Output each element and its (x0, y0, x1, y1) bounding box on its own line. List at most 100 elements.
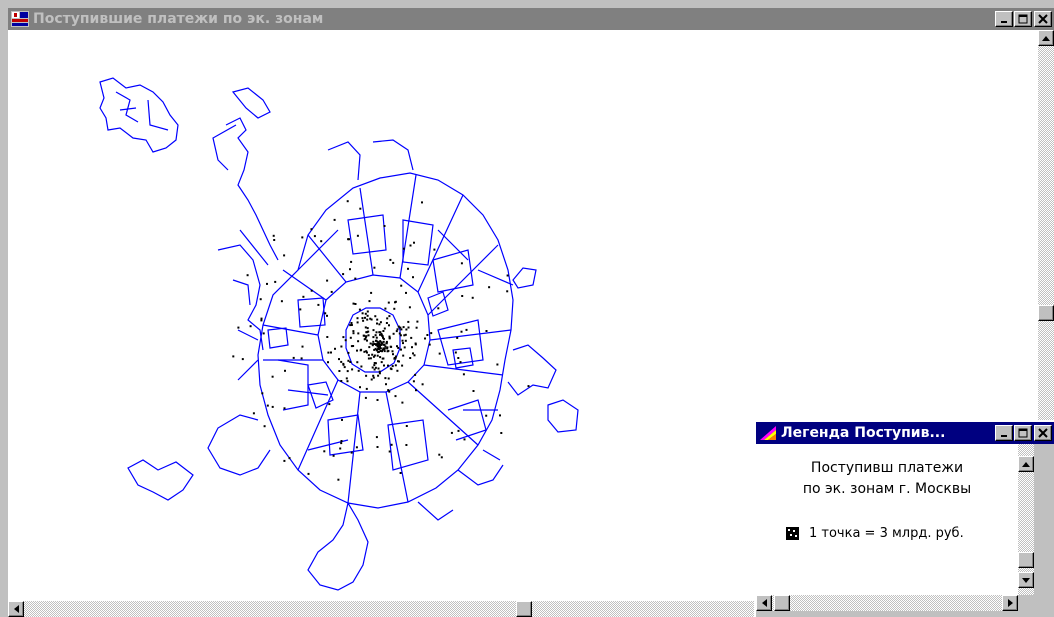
payment-dot (366, 310, 369, 313)
payment-dot (328, 403, 331, 406)
payment-dot (272, 234, 275, 237)
southwest-protrusion (127, 414, 271, 501)
payment-dot (364, 312, 367, 315)
payment-dot (349, 268, 351, 271)
payment-dot (460, 262, 463, 265)
payment-dot (373, 354, 376, 357)
payment-dot (463, 438, 466, 441)
legend-heading-line1: Поступивш платежи (810, 460, 964, 476)
legend-window-title: Легенда Поступив... (781, 425, 946, 441)
payment-dot (273, 239, 276, 241)
payment-dot (424, 337, 426, 340)
payment-dot (394, 300, 397, 303)
payment-dot (412, 380, 415, 383)
payment-dot (456, 336, 459, 339)
payment-dot (373, 266, 376, 269)
legend-scroll-left-button[interactable] (756, 595, 772, 611)
close-icon (1038, 428, 1048, 438)
payment-dot (401, 401, 404, 404)
payment-dot (383, 364, 385, 367)
payment-dot (382, 347, 385, 350)
payment-dot (320, 240, 323, 243)
payment-dot (402, 342, 404, 345)
payment-dot (378, 372, 381, 375)
legend-minimize-button[interactable] (995, 425, 1013, 441)
payment-dot (462, 373, 465, 376)
payment-dot (323, 450, 326, 453)
vertical-scroll-thumb[interactable] (1038, 305, 1054, 321)
payment-dot (394, 364, 397, 367)
payment-dot (426, 334, 429, 336)
payment-dot (388, 450, 391, 453)
legend-horizontal-scrollbar[interactable] (756, 595, 1018, 611)
payment-dot (383, 327, 386, 330)
payment-dot (246, 274, 249, 277)
payment-dot (356, 234, 359, 237)
horizontal-scroll-thumb[interactable] (516, 601, 532, 617)
payment-dot (412, 352, 414, 355)
payment-dot (359, 386, 361, 389)
payment-dot (284, 369, 286, 372)
legend-scroll-down-button[interactable] (1018, 572, 1034, 588)
scroll-up-button[interactable] (1038, 30, 1054, 46)
payment-dot (366, 331, 369, 334)
legend-scroll-right-button[interactable] (1002, 595, 1018, 611)
payment-dot (378, 344, 381, 347)
payment-dot (454, 351, 457, 354)
payment-dot (349, 336, 352, 339)
payment-dot (383, 350, 386, 353)
payment-dot (310, 289, 313, 292)
payment-dot (440, 456, 443, 459)
maximize-button[interactable] (1014, 11, 1032, 27)
payment-dot (262, 332, 265, 335)
legend-horizontal-thumb[interactable] (774, 595, 790, 611)
payment-dot (402, 247, 405, 250)
payment-dot (346, 380, 349, 383)
payment-dot (412, 276, 414, 279)
payment-dot (385, 383, 387, 386)
arrow-down-icon (1022, 577, 1030, 583)
payment-dot (260, 319, 263, 322)
payment-dot (340, 440, 343, 442)
arrow-up-icon (1042, 35, 1050, 41)
legend-maximize-button[interactable] (1014, 425, 1032, 441)
legend-vertical-scrollbar[interactable] (1018, 444, 1034, 595)
map-window-titlebar[interactable]: Поступившие платежи по эк. зонам (8, 8, 1054, 30)
payment-dot (361, 312, 364, 315)
payment-dot (380, 334, 383, 337)
payment-dot (410, 336, 413, 339)
payment-dot (313, 235, 316, 238)
payment-dot (506, 290, 509, 293)
payment-dot (485, 414, 488, 417)
payment-dot (330, 290, 333, 293)
payment-dot (350, 260, 353, 263)
payment-dot (374, 366, 377, 369)
payment-dot (340, 442, 343, 445)
minimize-button[interactable] (995, 11, 1013, 27)
legend-vertical-thumb[interactable] (1018, 552, 1034, 568)
payment-dot (404, 333, 407, 336)
payment-dot (347, 351, 350, 354)
payment-dot (350, 451, 353, 454)
payment-dot (382, 330, 385, 332)
legend-size-grip[interactable] (1018, 595, 1034, 611)
payment-dot (472, 390, 475, 392)
payment-dot (377, 367, 380, 370)
payment-dot (342, 362, 345, 365)
payment-dot (370, 318, 373, 321)
payment-dot (415, 326, 418, 329)
legend-close-button[interactable] (1034, 425, 1052, 441)
payment-dot (485, 330, 488, 332)
payment-dot (391, 365, 394, 368)
payment-dot (271, 375, 274, 378)
payment-dot (352, 330, 355, 333)
scroll-left-button[interactable] (8, 601, 24, 617)
legend-scroll-up-button[interactable] (1018, 456, 1034, 472)
payment-dot (260, 317, 263, 320)
payment-dot (347, 359, 350, 362)
map-horizontal-scrollbar[interactable] (8, 601, 754, 617)
payment-dot (283, 407, 286, 410)
close-button[interactable] (1034, 11, 1052, 27)
legend-window-titlebar[interactable]: Легенда Поступив... (756, 422, 1054, 444)
minimize-icon (1001, 435, 1007, 437)
